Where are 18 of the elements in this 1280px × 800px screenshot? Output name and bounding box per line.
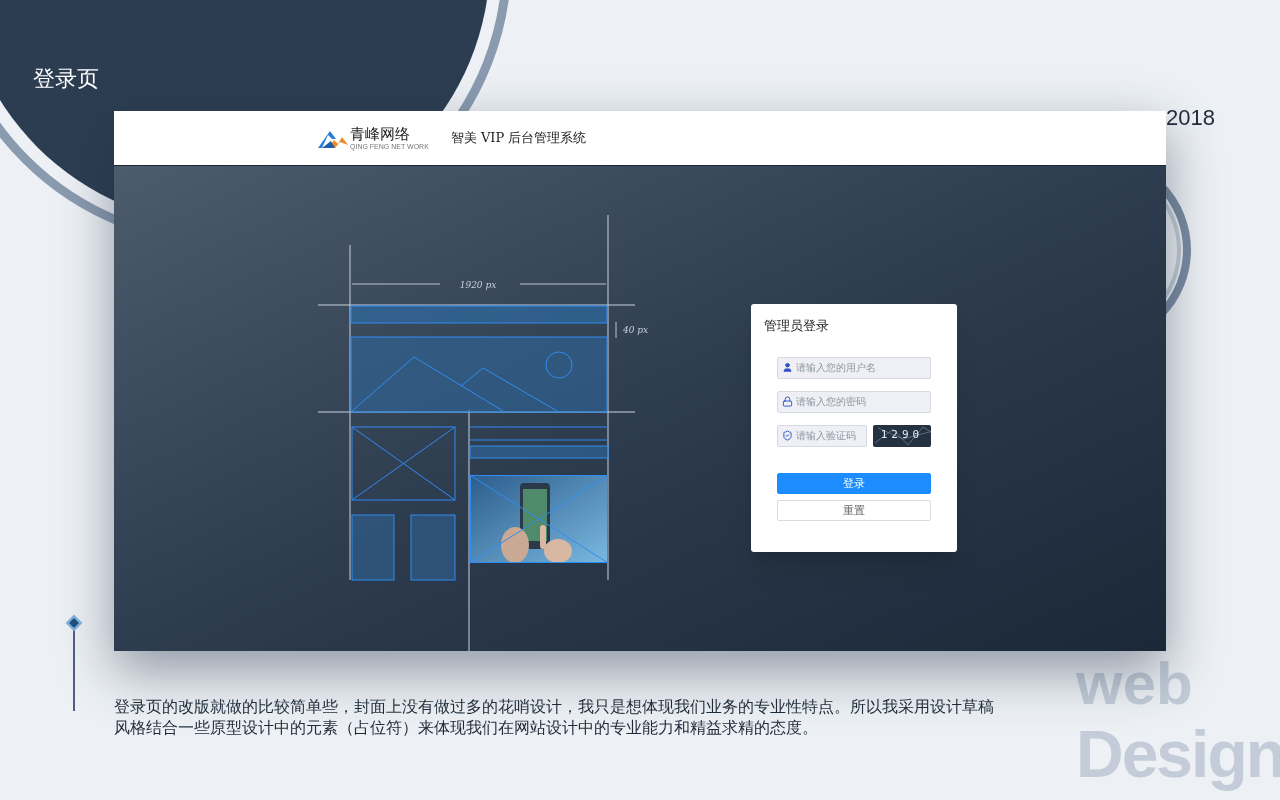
- input-field[interactable]: 请输入验证码: [777, 424, 867, 447]
- captcha-code: 1290: [880, 427, 924, 444]
- shield-icon: [782, 429, 793, 441]
- captcha-image[interactable]: 1290: [873, 424, 931, 447]
- slide-title: 登录页: [33, 65, 99, 93]
- user-icon: [782, 361, 793, 373]
- year-label: 2018: [1166, 104, 1215, 132]
- description-paragraph: 登录页的改版就做的比较简单些，封面上没有做过多的花哨设计，我只是想体现我们业务的专业性特点。所以我采用设计草稿风格结合一些原型设计中的元素（占位符）来体现我们在网站设计中的专业能力和精益求精的态度。: [114, 697, 995, 738]
- input-field[interactable]: 请输入您的用户名: [777, 356, 931, 379]
- lock-icon: [782, 395, 793, 407]
- login-title: 管理员登录: [764, 317, 830, 335]
- width-dimension-label: 1920 px: [459, 280, 497, 290]
- input-field[interactable]: 请输入您的密码: [777, 390, 931, 413]
- height-dimension-label: 40 px: [623, 325, 649, 335]
- login-button[interactable]: 登录: [777, 472, 931, 494]
- logo-name: 青峰网络: [350, 126, 411, 141]
- reset-button[interactable]: 重置: [777, 499, 931, 521]
- system-title: 智美 VIP 后台管理系统: [450, 129, 587, 148]
